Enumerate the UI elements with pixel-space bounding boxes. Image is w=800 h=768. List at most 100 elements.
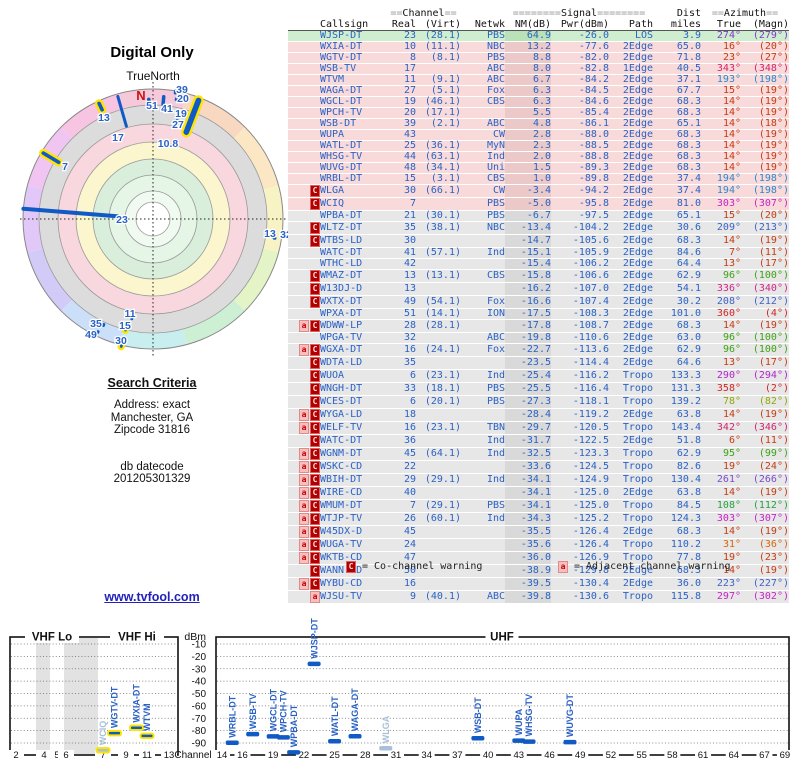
tvfool-home-link[interactable]: www.tvfool.com xyxy=(42,590,262,604)
callsign-link[interactable]: WDTA-LD xyxy=(320,356,386,370)
callsign-link[interactable]: WYBU-CD xyxy=(320,577,386,591)
callsign-link[interactable]: W13DJ-D xyxy=(320,282,386,296)
virtual-channel: (8.1) xyxy=(416,52,461,64)
warning-marker-cell: aC xyxy=(288,512,320,526)
noise-margin: 8.0 xyxy=(505,63,551,75)
callsign-link[interactable]: W45DX-D xyxy=(320,525,386,539)
callsign-link[interactable]: WGCL-DT xyxy=(320,96,386,108)
path-type: 2Edge xyxy=(609,162,653,174)
adjacent-channel-warning-icon: a xyxy=(299,552,309,564)
callsign-link[interactable]: WATL-DT xyxy=(320,140,386,152)
callsign-link[interactable]: WRBL-DT xyxy=(320,173,386,185)
azimuth-magnetic: (198°) xyxy=(741,184,789,198)
callsign-link[interactable]: WLGA xyxy=(320,184,386,198)
callsign-link[interactable]: WDWW-LP xyxy=(320,319,386,333)
callsign-link[interactable]: WBIH-DT xyxy=(320,473,386,487)
azimuth-true: 14° xyxy=(701,140,741,152)
table-row: WATC-DT 41 (57.1) Ind -15.1 -105.9 2Edge 84.6 7°… xyxy=(288,247,789,259)
table-row: C WTBS-LD 30 -14.7 -105.6 2Edge 68.3 14° (19°) xyxy=(288,234,789,248)
noise-margin: -19.8 xyxy=(505,332,551,344)
table-row: WSB-TV 17 ABC 8.0 -82.8 1Edge 40.5 343° (348°) xyxy=(288,63,789,75)
callsign-link[interactable]: WLTZ-DT xyxy=(320,221,386,235)
callsign-link[interactable]: WUPA xyxy=(320,129,386,141)
callsign-link[interactable]: WCIQ xyxy=(320,197,386,211)
callsign-link[interactable]: WSB-TV xyxy=(320,63,386,75)
callsign-link[interactable]: WMUM-DT xyxy=(320,499,386,513)
real-channel: 6 xyxy=(386,395,416,409)
callsign-link[interactable]: WSKC-CD xyxy=(320,460,386,474)
path-type: Tropo xyxy=(609,447,653,461)
network xyxy=(461,538,505,552)
azimuth-magnetic: (19°) xyxy=(741,162,789,174)
network xyxy=(461,234,505,248)
azimuth-magnetic: (346°) xyxy=(741,421,789,435)
distance-miles: 37.1 xyxy=(653,74,701,86)
callsign-link[interactable]: WNGH-DT xyxy=(320,382,386,396)
callsign-link[interactable]: WUVG-DT xyxy=(320,162,386,174)
azimuth-magnetic: (279°) xyxy=(741,30,789,42)
path-type: Tropo xyxy=(609,473,653,487)
callsign-link[interactable]: WMAZ-DT xyxy=(320,269,386,283)
callsign-link[interactable]: WGTV-DT xyxy=(320,52,386,64)
azimuth-magnetic: (227°) xyxy=(741,577,789,591)
network: CW xyxy=(461,184,505,198)
callsign-link[interactable]: WJSU-TV xyxy=(320,590,386,604)
table-row: WPBA-DT 21 (30.1) PBS -6.7 -97.5 2Edge 65.1 15°(… xyxy=(288,210,789,222)
azimuth-magnetic: (294°) xyxy=(741,369,789,383)
path-type: 2Edge xyxy=(609,221,653,235)
virtual-channel: (34.1) xyxy=(416,162,461,174)
callsign-link[interactable]: WYGA-LD xyxy=(320,408,386,422)
callsign-link[interactable]: WIRE-CD xyxy=(320,486,386,500)
callsign-link[interactable]: WGXA-DT xyxy=(320,343,386,357)
svg-text:4: 4 xyxy=(41,750,46,761)
svg-text:69: 69 xyxy=(780,750,791,761)
warning-marker-cell xyxy=(288,107,320,119)
callsign-link[interactable]: WATC-DT xyxy=(320,434,386,448)
table-row: a C WMUM-DT 7 (29.1) PBS -34.1 -125.0 Tropo 84.5 1… xyxy=(288,499,789,513)
svg-text:WLGA: WLGA xyxy=(381,715,391,743)
callsign-link[interactable]: WJSP-DT xyxy=(320,30,386,42)
real-channel: 26 xyxy=(386,512,416,526)
path-type: Tropo xyxy=(609,382,653,396)
callsign-link[interactable]: WXIA-DT xyxy=(320,41,386,53)
callsign-link[interactable]: WPXA-DT xyxy=(320,308,386,320)
adjacent-channel-warning-icon: a xyxy=(299,422,309,434)
table-row: C WLTZ-DT 35 (38.1) NBC -13.4 -104.2 2Edge 30.6 2… xyxy=(288,221,789,235)
power-dbm: -126.4 xyxy=(551,525,609,539)
callsign-link[interactable]: WELF-TV xyxy=(320,421,386,435)
distance-miles: 84.5 xyxy=(653,499,701,513)
callsign-link[interactable]: WAGA-DT xyxy=(320,85,386,97)
virtual-channel: (29.1) xyxy=(416,499,461,513)
callsign-link[interactable]: WATC-DT xyxy=(320,247,386,259)
network: Ind xyxy=(461,247,505,259)
noise-margin: 6.3 xyxy=(505,85,551,97)
callsign-link[interactable]: WTBS-LD xyxy=(320,234,386,248)
noise-margin: -36.0 xyxy=(505,551,551,565)
callsign-link[interactable]: WHSG-TV xyxy=(320,151,386,163)
callsign-link[interactable]: WPBA-DT xyxy=(320,210,386,222)
svg-text:-30: -30 xyxy=(192,664,207,675)
callsign-link[interactable]: WPCH-TV xyxy=(320,107,386,119)
table-row: WATL-DT 25 (36.1) MyN 2.3 -88.5 2Edge 68.3 14° (1… xyxy=(288,140,789,152)
azimuth-magnetic: (36°) xyxy=(741,538,789,552)
noise-margin: 4.8 xyxy=(505,118,551,130)
real-channel: 30 xyxy=(386,184,416,198)
azimuth-magnetic: (112°) xyxy=(741,499,789,513)
callsign-link[interactable]: WGNM-DT xyxy=(320,447,386,461)
callsign-link[interactable]: WUOA xyxy=(320,369,386,383)
table-row: WJSP-DT 23 (28.1) PBS 64.9 -26.0 LOS 3.9 274° (27… xyxy=(288,30,789,42)
callsign-link[interactable]: WTVM xyxy=(320,74,386,86)
co-channel-legend-text: = Co-channel warning xyxy=(362,561,483,572)
callsign-link[interactable]: WPGA-TV xyxy=(320,332,386,344)
callsign-link[interactable]: WTHC-LD xyxy=(320,258,386,270)
azimuth-true: 13° xyxy=(701,258,741,270)
virtual-channel: (38.1) xyxy=(416,221,461,235)
co-channel-warning-icon: C xyxy=(310,270,320,282)
callsign-link[interactable]: WUGA-TV xyxy=(320,538,386,552)
callsign-link[interactable]: WSB-DT xyxy=(320,118,386,130)
callsign-link[interactable]: WTJP-TV xyxy=(320,512,386,526)
path-type: 2Edge xyxy=(609,184,653,198)
callsign-link[interactable]: WXTX-DT xyxy=(320,295,386,309)
network: Ind xyxy=(461,369,505,383)
callsign-link[interactable]: WCES-DT xyxy=(320,395,386,409)
